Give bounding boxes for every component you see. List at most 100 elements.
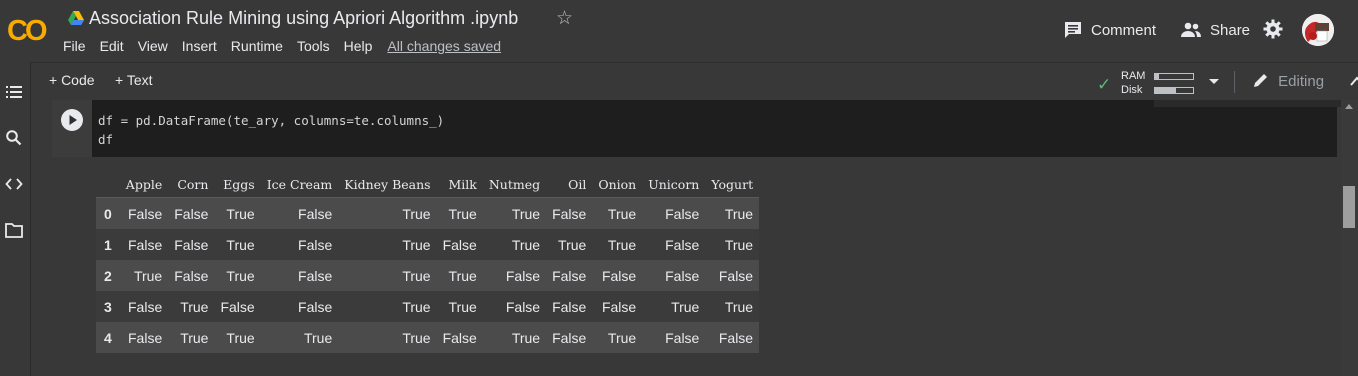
settings-gear-icon[interactable] <box>1263 19 1283 39</box>
column-header: Onion <box>598 176 637 192</box>
star-icon[interactable]: ☆ <box>556 7 573 30</box>
table-cell: False <box>665 236 700 253</box>
table-cell: False <box>552 205 587 222</box>
comment-button[interactable]: Comment <box>1064 14 1156 46</box>
ram-usage-bar <box>1154 73 1194 80</box>
ram-label: RAM <box>1121 70 1146 82</box>
table-cell: True <box>607 205 637 222</box>
comment-label: Comment <box>1091 21 1157 39</box>
table-of-contents-icon[interactable] <box>5 83 23 101</box>
table-cell: True <box>226 267 255 284</box>
menu-view[interactable]: View <box>138 38 168 54</box>
row-index: 0 <box>104 205 112 222</box>
disk-label: Disk <box>1121 84 1143 96</box>
table-cell: True <box>607 236 637 253</box>
table-cell: True <box>226 329 255 346</box>
cell-output: Apple Corn Eggs Ice Cream Kidney Beans M… <box>52 157 1337 366</box>
editing-mode-button[interactable]: Editing <box>1253 72 1324 90</box>
table-cell: True <box>448 298 477 315</box>
index-header <box>96 171 120 198</box>
search-icon[interactable] <box>5 129 23 147</box>
resource-monitor[interactable]: ✓ RAM Disk <box>1097 67 1207 97</box>
table-cell: True <box>448 267 477 284</box>
table-cell: False <box>174 205 209 222</box>
table-cell: True <box>226 236 255 253</box>
table-row: 0 False False True False True True True False Tru… <box>96 197 760 229</box>
notebook-area: df = pd.DataFrame(te_ary, columns=te.col… <box>31 100 1358 376</box>
table-cell: False <box>505 267 541 284</box>
table-cell: False <box>298 205 333 222</box>
code-cell[interactable]: df = pd.DataFrame(te_ary, columns=te.col… <box>52 100 1358 366</box>
column-header: Unicorn <box>648 176 700 192</box>
table-cell: False <box>128 205 163 222</box>
table-cell: False <box>128 236 163 253</box>
table-cell: False <box>174 267 209 284</box>
table-cell: False <box>718 267 754 284</box>
chevron-up-icon[interactable] <box>1349 75 1358 87</box>
table-row: 1 False False True False True False True True Tru… <box>96 229 760 260</box>
top-header: CO Association Rule Mining using Apriori… <box>0 0 1358 62</box>
menu-help[interactable]: Help <box>344 38 373 54</box>
menu-file[interactable]: File <box>63 38 86 54</box>
table-cell: True <box>303 329 333 346</box>
editing-label: Editing <box>1278 73 1325 90</box>
save-status-link[interactable]: All changes saved <box>387 38 501 54</box>
table-cell: False <box>552 329 587 346</box>
user-avatar[interactable] <box>1302 14 1334 46</box>
table-cell: True <box>511 236 541 253</box>
table-cell: True <box>448 205 477 222</box>
column-header: Corn <box>177 176 209 192</box>
column-header: Nutmeg <box>488 176 541 192</box>
table-cell: False <box>552 267 587 284</box>
table-cell: True <box>402 329 431 346</box>
pencil-icon <box>1254 74 1267 87</box>
row-index: 2 <box>104 267 112 284</box>
svg-text:CO: CO <box>7 15 47 46</box>
table-cell: True <box>724 205 754 222</box>
menu-runtime[interactable]: Runtime <box>231 38 283 54</box>
scroll-up-arrow-icon[interactable] <box>1345 104 1353 109</box>
row-index: 1 <box>104 236 112 253</box>
cell-actions-toolbar[interactable] <box>1154 100 1358 107</box>
code-line-2: df <box>98 132 114 147</box>
page-scrollbar[interactable] <box>1341 100 1358 376</box>
add-text-button[interactable]: + Text <box>115 72 153 88</box>
menu-tools[interactable]: Tools <box>297 38 330 54</box>
table-cell: True <box>180 298 209 315</box>
column-header: Kidney Beans <box>344 176 431 192</box>
column-header: Eggs <box>223 176 255 192</box>
runtime-dropdown-icon[interactable] <box>1209 79 1219 84</box>
table-cell: False <box>665 205 700 222</box>
table-row: 2 True False True False True True False False Fal… <box>96 260 760 291</box>
avatar-image-icon <box>1302 14 1334 46</box>
table-cell: False <box>128 298 163 315</box>
share-button[interactable]: Share <box>1180 14 1250 46</box>
table-cell: False <box>665 267 700 284</box>
menu-insert[interactable]: Insert <box>182 38 217 54</box>
add-code-button[interactable]: + Code <box>49 72 95 88</box>
code-snippets-icon[interactable] <box>5 175 23 193</box>
table-cell: False <box>298 298 333 315</box>
colab-logo-icon[interactable]: CO <box>6 12 50 46</box>
column-header: Oil <box>568 176 587 192</box>
column-header: Milk <box>448 176 477 192</box>
notebook-title[interactable]: Association Rule Mining using Apriori Al… <box>89 8 518 29</box>
files-folder-icon[interactable] <box>5 221 23 239</box>
table-header-row: Apple Corn Eggs Ice Cream Kidney Beans M… <box>96 171 760 198</box>
dataframe-table: Apple Corn Eggs Ice Cream Kidney Beans M… <box>96 171 760 353</box>
table-cell: False <box>128 329 163 346</box>
run-cell-button[interactable] <box>61 109 83 131</box>
table-cell: True <box>607 329 637 346</box>
table-row: 4 False True True True True False True False True… <box>96 322 760 353</box>
comment-icon <box>1065 22 1081 38</box>
google-drive-icon[interactable] <box>68 11 84 25</box>
menu-edit[interactable]: Edit <box>100 38 124 54</box>
table-cell: False <box>220 298 255 315</box>
share-label: Share <box>1210 21 1251 39</box>
table-cell: True <box>402 236 431 253</box>
scrollbar-thumb[interactable] <box>1343 186 1355 228</box>
table-cell: False <box>665 329 700 346</box>
code-editor[interactable]: df = pd.DataFrame(te_ary, columns=te.col… <box>92 100 1358 157</box>
column-header: Apple <box>125 176 163 192</box>
code-cell-input: df = pd.DataFrame(te_ary, columns=te.col… <box>52 100 1358 157</box>
